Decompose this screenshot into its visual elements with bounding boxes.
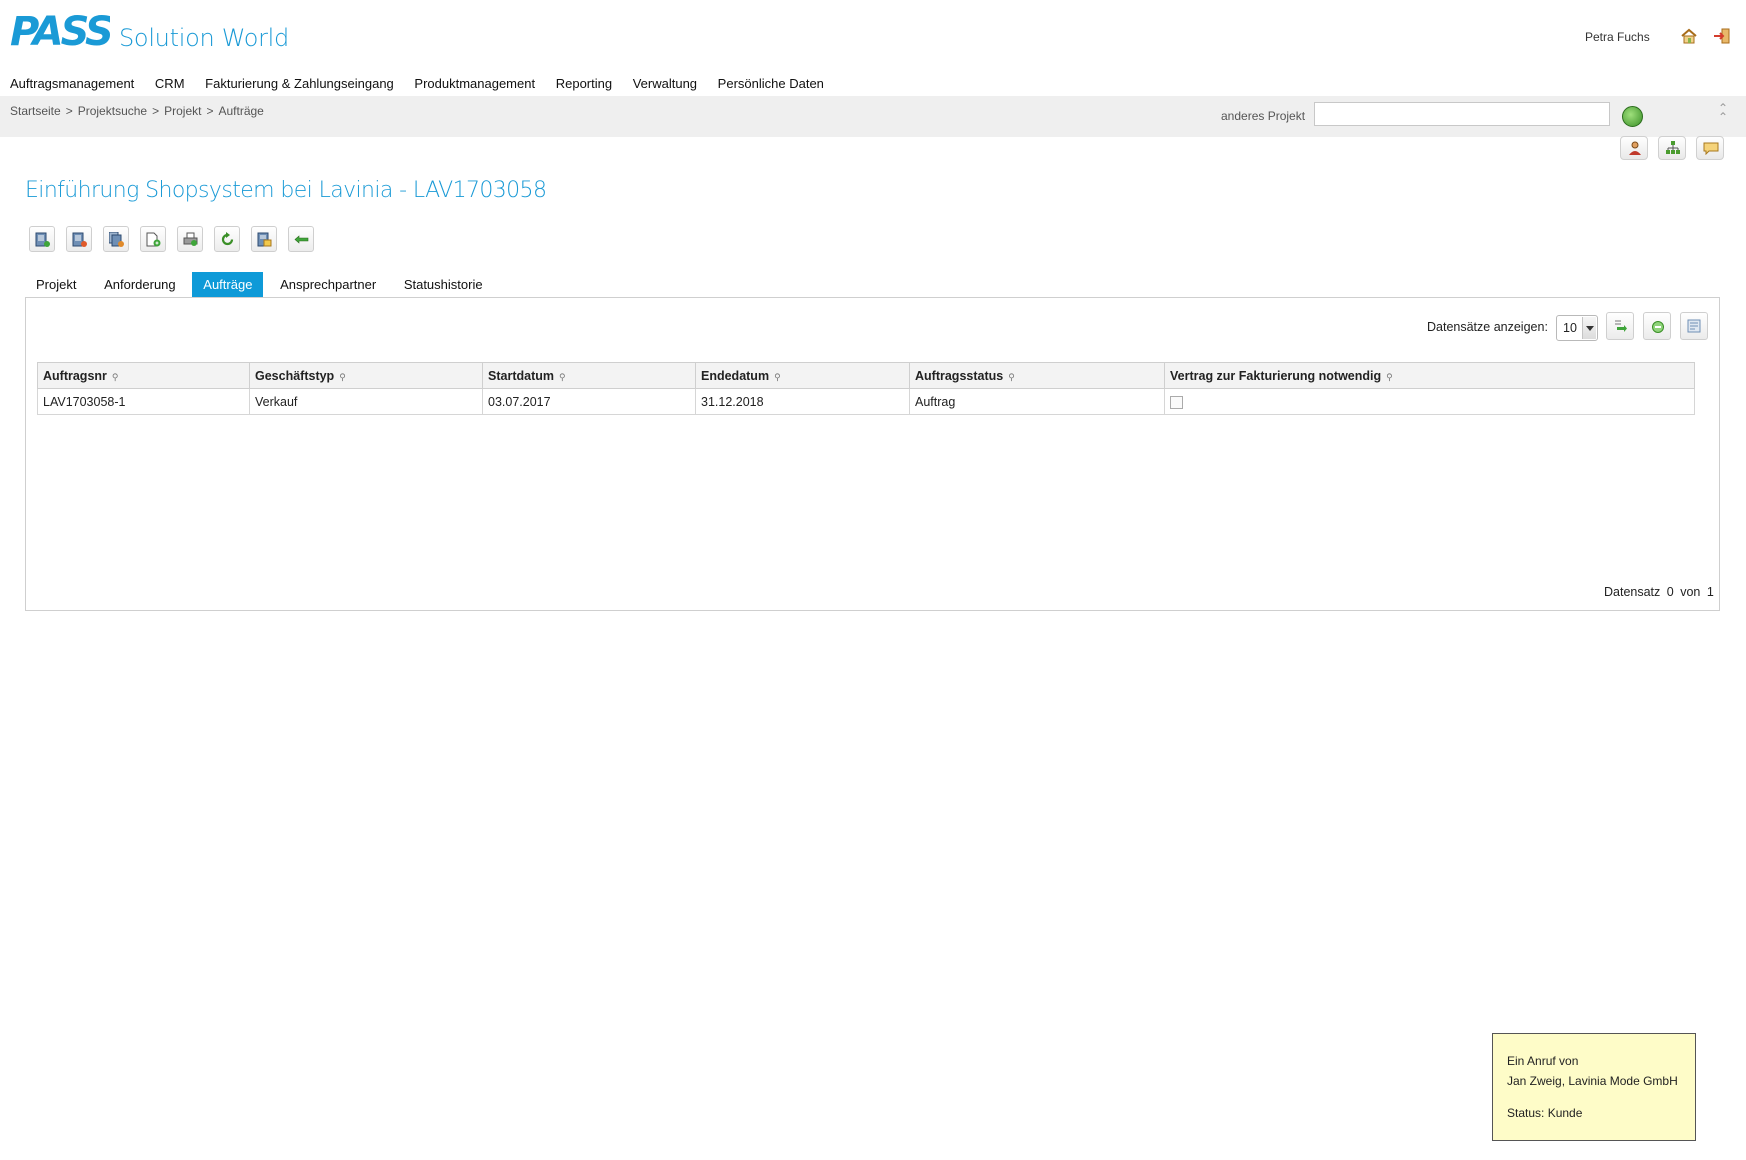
- brand-name: Solution World: [119, 24, 289, 52]
- column-header-startdatum[interactable]: Startdatum ⚲: [482, 362, 696, 389]
- records-per-page-select[interactable]: 10: [1556, 315, 1598, 341]
- filter-icon[interactable]: ⚲: [112, 372, 119, 383]
- filter-icon[interactable]: ⚲: [339, 372, 346, 383]
- tab-bar: Projekt Anforderung Aufträge Ansprechpar…: [25, 272, 496, 297]
- breadcrumb-separator: >: [206, 104, 214, 118]
- records-per-page-label: Datensätze anzeigen:: [1427, 320, 1548, 334]
- breadcrumb-projekt[interactable]: Projekt: [164, 104, 201, 118]
- hierarchy-button[interactable]: [1658, 136, 1686, 160]
- home-icon[interactable]: [1680, 28, 1698, 44]
- svg-text:PASS: PASS: [10, 14, 110, 48]
- message-button[interactable]: [1696, 136, 1724, 160]
- filter-icon[interactable]: ⚲: [774, 372, 781, 383]
- record-counter-of: von: [1680, 585, 1701, 599]
- add-document-button[interactable]: [140, 226, 166, 252]
- column-header-endedatum[interactable]: Endedatum ⚲: [695, 362, 910, 389]
- add-record-icon: [1652, 321, 1664, 333]
- cell-vertrag: [1164, 388, 1695, 415]
- print-button[interactable]: [177, 226, 203, 252]
- print-icon: [183, 232, 198, 246]
- call-notification[interactable]: Ein Anruf von Jan Zweig, Lavinia Mode Gm…: [1492, 1033, 1696, 1141]
- hierarchy-icon: [1666, 141, 1680, 154]
- nav-item-fakturierung[interactable]: Fakturierung & Zahlungseingang: [205, 76, 394, 91]
- export-records-button[interactable]: [1606, 312, 1634, 340]
- message-icon: [1703, 142, 1719, 155]
- contact-person-icon: [1629, 141, 1641, 155]
- go-project-button[interactable]: [1622, 106, 1643, 127]
- chevron-down-icon: [1582, 317, 1596, 339]
- record-counter-label: Datensatz: [1604, 585, 1661, 599]
- table-header-row: Auftragsnr ⚲ Geschäftstyp ⚲ Startdatum ⚲ En…: [37, 362, 1695, 389]
- collapse-header-icon[interactable]: ⌃ ⌃: [1718, 102, 1728, 123]
- contact-person-button[interactable]: [1620, 136, 1648, 160]
- nav-item-crm[interactable]: CRM: [155, 76, 185, 91]
- main-navigation: Auftragsmanagement CRM Fakturierung & Za…: [10, 76, 841, 91]
- logout-icon[interactable]: [1713, 28, 1731, 44]
- column-header-auftragsnr[interactable]: Auftragsnr ⚲: [37, 362, 250, 389]
- nav-item-persoenliche-daten[interactable]: Persönliche Daten: [718, 76, 824, 91]
- call-notification-status: Status: Kunde: [1507, 1106, 1583, 1120]
- nav-item-produktmanagement[interactable]: Produktmanagement: [414, 76, 535, 91]
- tab-projekt[interactable]: Projekt: [25, 272, 87, 297]
- breadcrumb-auftraege: Aufträge: [218, 104, 264, 118]
- delete-order-button[interactable]: [66, 226, 92, 252]
- tab-anforderung[interactable]: Anforderung: [93, 272, 187, 297]
- page-title: Einführung Shopsystem bei Lavinia - LAV1…: [25, 178, 547, 203]
- add-document-icon: [146, 232, 161, 247]
- cell-startdatum: 03.07.2017: [482, 388, 696, 415]
- copy-order-icon: [109, 232, 124, 247]
- records-per-page-value: 10: [1563, 321, 1577, 335]
- call-notification-caller: Jan Zweig, Lavinia Mode GmbH: [1507, 1074, 1678, 1088]
- export-icon: [257, 232, 272, 247]
- cell-auftragsnr[interactable]: LAV1703058-1: [37, 388, 250, 415]
- vertrag-checkbox[interactable]: [1170, 395, 1183, 409]
- export-button[interactable]: [251, 226, 277, 252]
- settings-button[interactable]: [1680, 312, 1708, 340]
- record-counter-total: 1: [1706, 585, 1714, 599]
- breadcrumb-startseite[interactable]: Startseite: [10, 104, 61, 118]
- table-row[interactable]: LAV1703058-1 Verkauf 03.07.2017 31.12.20…: [37, 388, 1695, 415]
- column-header-vertrag[interactable]: Vertrag zur Fakturierung notwendig ⚲: [1164, 362, 1695, 389]
- refresh-icon: [221, 232, 234, 246]
- tab-auftraege[interactable]: Aufträge: [192, 272, 264, 297]
- new-order-icon: [35, 232, 50, 247]
- tab-ansprechpartner[interactable]: Ansprechpartner: [269, 272, 387, 297]
- column-header-geschaeftstyp[interactable]: Geschäftstyp ⚲: [249, 362, 483, 389]
- export-records-icon: [1615, 320, 1627, 332]
- breadcrumb-separator: >: [152, 104, 160, 118]
- filter-icon[interactable]: ⚲: [559, 372, 566, 383]
- breadcrumb-bar: Startseite > Projektsuche > Projekt > Aufträge…: [0, 96, 1746, 137]
- record-counter: Datensatz 0 von 1: [1604, 585, 1717, 599]
- delete-order-icon: [72, 232, 87, 247]
- other-project-label: anderes Projekt: [1221, 109, 1306, 123]
- settings-icon: [1687, 319, 1701, 333]
- tab-statushistorie[interactable]: Statushistorie: [393, 272, 494, 297]
- nav-item-reporting[interactable]: Reporting: [556, 76, 612, 91]
- orders-table: Auftragsnr ⚲ Geschäftstyp ⚲ Startdatum ⚲ En…: [37, 362, 1695, 415]
- other-project-input[interactable]: [1314, 102, 1610, 126]
- orders-panel: Datensätze anzeigen: 10 Auftragsnr ⚲ Gesc…: [25, 297, 1720, 611]
- back-icon: [294, 235, 309, 244]
- copy-order-button[interactable]: [103, 226, 129, 252]
- column-header-auftragsstatus[interactable]: Auftragsstatus ⚲: [909, 362, 1165, 389]
- filter-icon[interactable]: ⚲: [1386, 372, 1393, 383]
- cell-geschaeftstyp: Verkauf: [249, 388, 483, 415]
- add-record-button[interactable]: [1643, 312, 1671, 340]
- pass-logo[interactable]: PASS: [10, 14, 110, 52]
- nav-item-verwaltung[interactable]: Verwaltung: [633, 76, 697, 91]
- nav-item-auftragsmanagement[interactable]: Auftragsmanagement: [10, 76, 134, 91]
- user-name[interactable]: Petra Fuchs: [1585, 30, 1650, 44]
- cell-endedatum: 31.12.2018: [695, 388, 910, 415]
- new-order-button[interactable]: [29, 226, 55, 252]
- breadcrumb: Startseite > Projektsuche > Projekt > Aufträge: [10, 104, 264, 118]
- back-button[interactable]: [288, 226, 314, 252]
- breadcrumb-separator: >: [65, 104, 73, 118]
- call-notification-title: Ein Anruf von: [1507, 1054, 1579, 1068]
- breadcrumb-projektsuche[interactable]: Projektsuche: [78, 104, 147, 118]
- refresh-button[interactable]: [214, 226, 240, 252]
- cell-auftragsstatus: Auftrag: [909, 388, 1165, 415]
- filter-icon[interactable]: ⚲: [1008, 372, 1015, 383]
- record-counter-current: 0: [1666, 585, 1674, 599]
